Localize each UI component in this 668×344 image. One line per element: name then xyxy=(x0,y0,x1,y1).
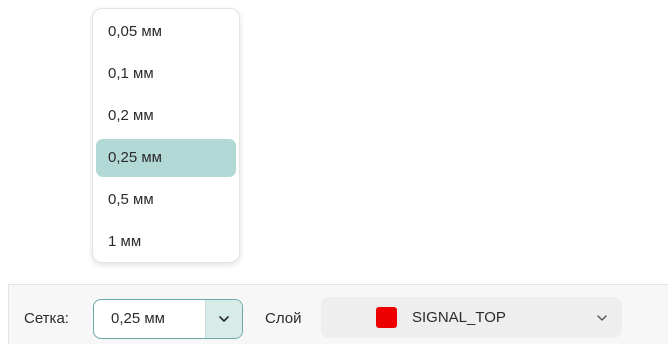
layer-name: SIGNAL_TOP xyxy=(412,309,506,326)
grid-label: Сетка: xyxy=(24,310,69,327)
grid-option-0-05[interactable]: 0,05 мм xyxy=(96,13,236,51)
grid-option-0-1[interactable]: 0,1 мм xyxy=(96,55,236,93)
chevron-down-icon xyxy=(597,315,607,321)
grid-size-toggle-button[interactable] xyxy=(205,300,242,338)
layer-select[interactable]: SIGNAL_TOP xyxy=(321,297,622,338)
grid-option-0-25[interactable]: 0,25 мм xyxy=(96,139,236,177)
grid-size-menu: 0,05 мм 0,1 мм 0,2 мм 0,25 мм 0,5 мм 1 м… xyxy=(92,8,240,263)
chevron-down-icon xyxy=(219,316,229,322)
grid-size-value: 0,25 мм xyxy=(111,310,165,327)
layer-color-swatch xyxy=(376,307,397,328)
grid-option-1[interactable]: 1 мм xyxy=(96,223,236,261)
grid-option-0-2[interactable]: 0,2 мм xyxy=(96,97,236,135)
layer-label: Слой xyxy=(265,310,302,327)
grid-option-0-5[interactable]: 0,5 мм xyxy=(96,181,236,219)
bottom-toolbar: Сетка: 0,25 мм Слой SIGNAL_TOP xyxy=(8,284,668,344)
grid-size-select[interactable]: 0,25 мм xyxy=(93,299,243,339)
